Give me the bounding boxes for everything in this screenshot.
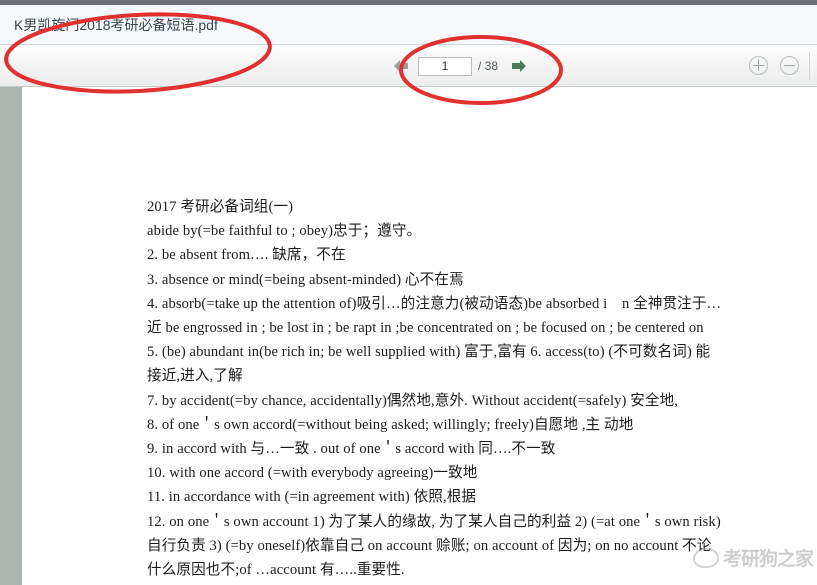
document-line: abide by(=be faithful to ; obey)忠于；遵守。 bbox=[147, 223, 422, 240]
document-line: 3. absence or mind(=being absent-minded)… bbox=[147, 271, 464, 288]
document-line: 5. (be) abundant in(be rich in; be well … bbox=[147, 344, 711, 361]
document-line: 11. in accordance with (=in agreement wi… bbox=[147, 489, 477, 506]
viewer-side-rail bbox=[0, 87, 22, 585]
pdf-page-sheet: 2017 考研必备词组(一) abide by(=be faithful to … bbox=[22, 87, 817, 585]
document-filename-label: K男凯旋门2018考研必备短语.pdf bbox=[14, 17, 218, 33]
page-navigation-group: / 38 bbox=[388, 53, 532, 79]
title-bar: K男凯旋门2018考研必备短语.pdf bbox=[0, 5, 817, 45]
page-total-label: / 38 bbox=[478, 59, 499, 73]
left-arrow-icon bbox=[391, 58, 411, 74]
document-line: 12. on one＇s own account 1) 为了某人的缘故, 为了某… bbox=[147, 513, 721, 530]
document-text-block: 2017 考研必备词组(一) abide by(=be faithful to … bbox=[147, 195, 787, 585]
document-line: 10. with one accord (=with everybody agr… bbox=[147, 465, 478, 482]
page-number-input[interactable] bbox=[418, 56, 472, 76]
zoom-in-button[interactable] bbox=[749, 56, 768, 75]
document-line: 7. by accident(=by chance, accidentally)… bbox=[147, 392, 679, 409]
right-arrow-icon bbox=[509, 58, 529, 74]
next-page-button[interactable] bbox=[506, 55, 532, 77]
zoom-controls-group bbox=[749, 56, 799, 75]
document-line: 近 be engrossed in ; be lost in ; be rapt… bbox=[147, 320, 704, 337]
document-line: 9. in accord with 与…一致 . out of one＇s ac… bbox=[147, 441, 556, 458]
document-line: 自行负责 3) (=by oneself)依靠自己 on account 赊账;… bbox=[147, 537, 712, 554]
pdf-viewer-window: K男凯旋门2018考研必备短语.pdf / 38 bbox=[0, 0, 817, 585]
document-line: 2. be absent from…. 缺席，不在 bbox=[147, 247, 346, 264]
toolbar-divider bbox=[809, 52, 810, 80]
previous-page-button[interactable] bbox=[388, 55, 414, 77]
pdf-toolbar: / 38 bbox=[0, 46, 817, 87]
document-line: 什么原因也不;of …account 有…..重要性. bbox=[147, 562, 405, 579]
zoom-out-button[interactable] bbox=[780, 56, 799, 75]
document-line: 2017 考研必备词组(一) bbox=[147, 199, 294, 215]
document-line: 4. absorb(=take up the attention of)吸引…的… bbox=[147, 295, 722, 312]
document-line: 接近,进入,了解 bbox=[147, 368, 243, 385]
document-line: 8. of one＇s own accord(=without being as… bbox=[147, 416, 634, 433]
pdf-viewer-area[interactable]: 2017 考研必备词组(一) abide by(=be faithful to … bbox=[0, 87, 817, 585]
